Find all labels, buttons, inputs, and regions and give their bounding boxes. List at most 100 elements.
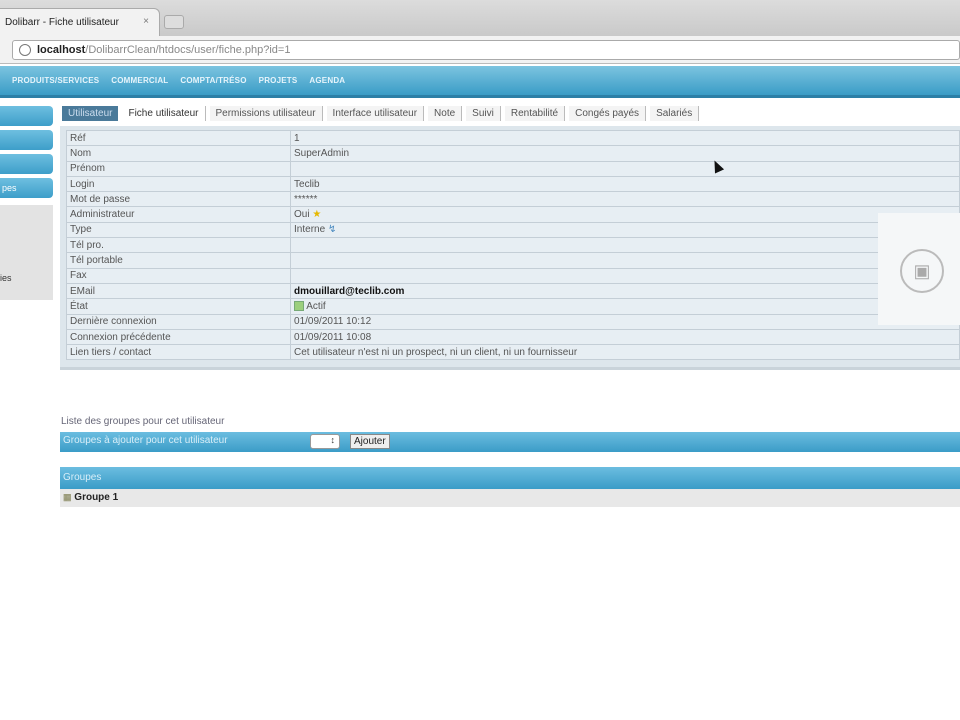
field-value: Oui ★ — [290, 206, 960, 223]
close-tab-icon[interactable]: × — [143, 16, 149, 27]
status-active-icon — [294, 301, 305, 312]
sidebar-item[interactable] — [0, 130, 53, 150]
field-value-text: Cet utilisateur n'est ni un prospect, ni… — [294, 346, 578, 358]
field-row: État Actif — [65, 298, 960, 315]
top-menu: PRODUITS/SERVICES COMMERCIAL COMPTA/TRÉSO P… — [0, 66, 960, 98]
star-icon: ★ — [312, 209, 322, 221]
user-card: Réf 1 Nom SuperAdmin Prénom Login Teclib Mot de… — [60, 126, 960, 370]
field-label: Type — [65, 221, 292, 239]
menu-projets[interactable]: PROJETS — [259, 76, 298, 85]
sidebar-item[interactable] — [0, 154, 53, 174]
tab-interface[interactable]: Interface utilisateur — [326, 106, 425, 121]
tab-salaries[interactable]: Salariés — [650, 106, 700, 121]
sidebar-submenu: ies — [0, 205, 53, 300]
field-label: Lien tiers / contact — [65, 344, 292, 361]
browser-tab[interactable]: Dolibarr - Fiche utilisateur × — [0, 8, 160, 36]
user-tabs: Utilisateur Fiche utilisateur Permissions … — [62, 106, 703, 122]
field-label: Administrateur — [65, 206, 292, 223]
field-value-text: Oui — [294, 209, 310, 221]
field-row: Connexion précédente 01/09/2011 10:08 — [65, 328, 960, 346]
new-tab-button[interactable] — [164, 15, 184, 29]
field-row: Tél pro. — [65, 237, 960, 254]
field-row: Fax — [65, 267, 960, 284]
field-label: Tél pro. — [65, 237, 292, 254]
field-value: Actif — [290, 298, 960, 315]
field-value-text: Interne — [294, 224, 326, 236]
field-value — [290, 252, 960, 269]
group-select[interactable]: ↕ — [310, 434, 340, 449]
menu-compta[interactable]: COMPTA/TRÉSO — [180, 76, 246, 85]
field-value: 01/09/2011 10:12 — [290, 313, 960, 330]
field-row: Prénom — [65, 160, 960, 177]
add-group-bar: Groupes à ajouter pour cet utilisateur ↕… — [60, 432, 960, 452]
field-value: 01/09/2011 10:08 — [290, 328, 960, 346]
tab-head-utilisateur: Utilisateur — [62, 106, 119, 121]
field-label: Login — [65, 175, 292, 193]
field-label: Nom — [65, 145, 292, 162]
field-value-text: dmouillard@teclib.com — [294, 285, 405, 297]
url-host: localhost — [37, 44, 86, 56]
menu-produits[interactable]: PRODUITS/SERVICES — [12, 76, 99, 85]
url-input[interactable]: localhost/DolibarrClean/htdocs/user/fich… — [12, 40, 960, 60]
tab-fiche[interactable]: Fiche utilisateur — [122, 106, 206, 121]
tab-title: Dolibarr - Fiche utilisateur — [5, 17, 119, 28]
field-value: Interne ↯ — [290, 221, 960, 239]
group-row[interactable]: ▦ Groupe 1 — [60, 489, 960, 507]
field-row: Type Interne ↯ — [65, 221, 960, 239]
field-row: Login Teclib — [65, 175, 960, 193]
field-row: EMail dmouillard@teclib.com — [65, 282, 960, 300]
sidebar-item-groupes[interactable]: pes — [0, 178, 53, 198]
tab-conges[interactable]: Congés payés — [569, 106, 647, 121]
globe-icon — [19, 44, 31, 56]
field-label: Dernière connexion — [65, 313, 292, 330]
field-value: ****** — [290, 191, 960, 208]
field-value[interactable]: dmouillard@teclib.com — [290, 282, 960, 300]
field-value-text: Actif — [306, 300, 326, 312]
field-value-text: Teclib — [294, 178, 320, 190]
field-value-text: 01/09/2011 10:12 — [294, 316, 372, 328]
field-value — [290, 160, 960, 177]
groups-header: Groupes — [60, 467, 960, 489]
address-bar: localhost/DolibarrClean/htdocs/user/fich… — [0, 36, 960, 64]
field-row: Lien tiers / contact Cet utilisateur n'es… — [65, 344, 960, 361]
user-photo[interactable]: ▣ — [878, 213, 960, 325]
field-label: Connexion précédente — [65, 328, 292, 346]
camera-icon: ▣ — [900, 249, 944, 293]
browser-tab-bar: Dolibarr - Fiche utilisateur × — [0, 0, 960, 36]
field-value-text: 01/09/2011 10:08 — [294, 331, 372, 343]
field-value-text: ****** — [294, 193, 318, 205]
groups-list-title: Liste des groupes pour cet utilisateur — [61, 416, 225, 427]
field-row: Nom SuperAdmin — [65, 145, 960, 162]
field-value: 1 — [290, 129, 960, 147]
field-row: Dernière connexion 01/09/2011 10:12 — [65, 313, 960, 330]
field-row: Mot de passe ****** — [65, 191, 960, 208]
field-row: Tél portable — [65, 252, 960, 269]
group-icon: ▦ — [63, 492, 72, 502]
field-row: Réf 1 — [65, 129, 960, 147]
field-value-text: SuperAdmin — [294, 147, 350, 159]
field-value: Cet utilisateur n'est ni un prospect, ni… — [290, 344, 960, 361]
info-icon: ↯ — [327, 224, 337, 236]
field-value: SuperAdmin — [290, 145, 960, 162]
tab-rentabilite[interactable]: Rentabilité — [504, 106, 566, 121]
sidebar-subitem[interactable]: ies — [0, 273, 12, 283]
menu-commercial[interactable]: COMMERCIAL — [111, 76, 168, 85]
field-label: Tél portable — [65, 252, 292, 269]
field-label: Réf — [65, 129, 292, 147]
field-label: Prénom — [65, 160, 292, 177]
field-label: État — [65, 298, 292, 315]
tab-suivi[interactable]: Suivi — [466, 106, 501, 121]
user-fields-table: Réf 1 Nom SuperAdmin Prénom Login Teclib Mot de… — [65, 129, 960, 361]
field-value — [290, 237, 960, 254]
url-path: /DolibarrClean/htdocs/user/fiche.php?id=… — [85, 44, 291, 56]
tab-permissions[interactable]: Permissions utilisateur — [209, 106, 323, 121]
group-name[interactable]: Groupe 1 — [74, 492, 118, 503]
add-group-label: Groupes à ajouter pour cet utilisateur — [63, 435, 228, 446]
tab-note[interactable]: Note — [428, 106, 463, 121]
field-value-text: 1 — [294, 132, 300, 144]
add-group-button[interactable]: Ajouter — [350, 434, 390, 449]
field-label: Mot de passe — [65, 191, 292, 208]
field-value — [290, 267, 960, 284]
sidebar-item[interactable] — [0, 106, 53, 126]
menu-agenda[interactable]: AGENDA — [309, 76, 345, 85]
